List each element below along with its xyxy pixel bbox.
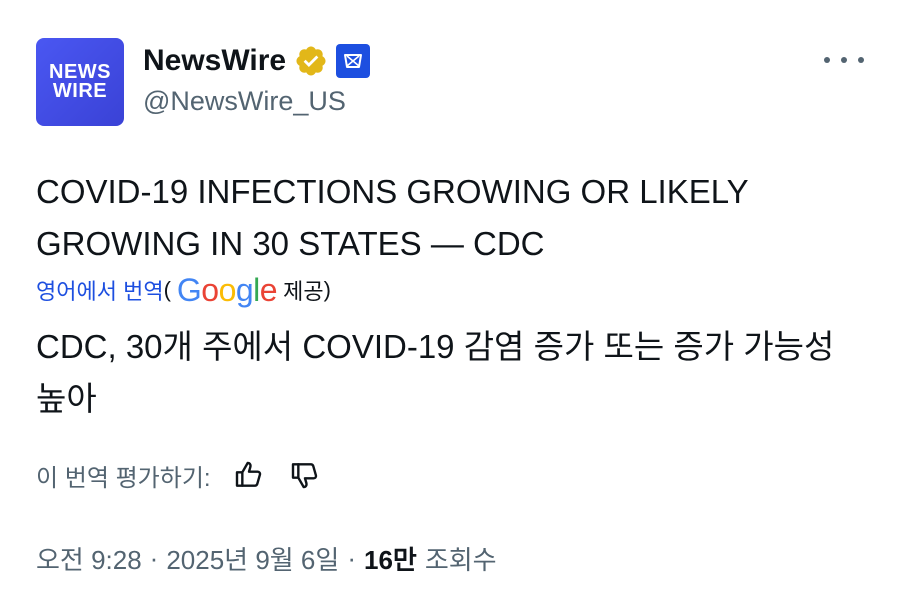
post-date[interactable]: 2025년 9월 6일: [166, 540, 339, 577]
google-logo-icon: Google: [176, 271, 278, 308]
views-label: 조회수: [424, 545, 497, 575]
author-name-row: NewsWire: [143, 42, 371, 80]
dot: [841, 57, 847, 63]
dot: [858, 57, 864, 63]
paren-close: ): [323, 277, 331, 302]
views-count: 16만: [363, 545, 417, 575]
avatar-text-wire: WIRE: [52, 80, 108, 102]
tweet-meta: 오전 9:28 · 2025년 9월 6일 · 16만 조회수: [36, 540, 497, 577]
dot: [824, 57, 830, 63]
avatar[interactable]: NEWS WIRE: [36, 38, 124, 126]
paren-open: (: [163, 277, 171, 302]
gold-verified-check-icon[interactable]: [294, 44, 328, 78]
thumbs-up-icon[interactable]: [231, 457, 267, 493]
tweet-text: COVID-19 INFECTIONS GROWING OR LIKELY GR…: [36, 173, 749, 262]
more-dots-icon[interactable]: [824, 46, 864, 74]
display-name[interactable]: NewsWire: [143, 44, 286, 78]
translated-from-link[interactable]: 영어에서 번역: [36, 274, 164, 306]
thumbs-down-icon[interactable]: [287, 457, 323, 493]
author-handle[interactable]: @NewsWire_US: [143, 86, 346, 117]
provided-label: 제공: [283, 279, 324, 304]
rate-translation-label: 이 번역 평가하기:: [36, 464, 211, 492]
tweet-post: NEWS WIRE NewsWire @NewsWire_US COVID-19…: [0, 0, 900, 599]
translation-attribution: 영어에서 번역 ( Google 제공 ): [36, 270, 331, 310]
separator: ·: [149, 543, 159, 573]
rate-translation-row: 이 번역 평가하기:: [36, 455, 323, 495]
translated-text: CDC, 30개 주에서 COVID-19 감염 증가 또는 증가 가능성 높아: [36, 328, 835, 417]
post-time[interactable]: 오전 9:28: [36, 540, 142, 577]
separator: ·: [347, 543, 356, 573]
affiliate-badge-icon[interactable]: [336, 44, 371, 78]
